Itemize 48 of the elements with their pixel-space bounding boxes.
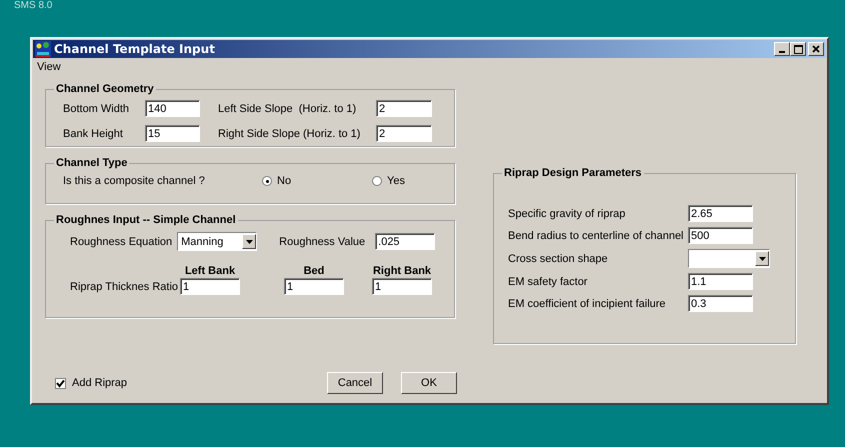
field-label: Right Side Slope (Horiz. to 1) (218, 128, 362, 140)
input-field[interactable]: 1 (284, 278, 344, 295)
dropdown[interactable] (688, 249, 770, 268)
column-heading: Left Bank (184, 265, 236, 277)
minimize-button[interactable] (774, 42, 790, 56)
input-field[interactable]: .025 (375, 233, 436, 250)
field-label: EM coefficient of incipient failure (508, 298, 667, 310)
group-title: Riprap Design Parameters (503, 167, 643, 179)
maximize-button[interactable] (790, 42, 806, 56)
input-field[interactable]: 2 (376, 100, 432, 117)
column-heading: Right Bank (372, 265, 432, 277)
column-heading: Bed (302, 265, 326, 277)
field-label: Roughness Equation (70, 236, 172, 248)
group-title: Roughnes Input -- Simple Channel (55, 214, 237, 226)
radio-option[interactable]: Yes (372, 175, 405, 187)
question-label: Is this a composite channel ? (63, 175, 206, 187)
close-button[interactable] (808, 42, 824, 56)
dialog-button[interactable]: OK (401, 372, 457, 394)
window-title: Channel Template Input (54, 42, 215, 56)
input-field[interactable]: 1 (372, 278, 432, 295)
input-field[interactable]: 1.1 (688, 273, 753, 290)
menu-item[interactable]: View (37, 61, 61, 73)
field-label: Specific gravity of riprap (508, 208, 626, 220)
field-label: Left Side Slope (Horiz. to 1) (218, 102, 358, 114)
field-label: Bank Height (63, 128, 124, 140)
field-label: Roughness Value (279, 236, 366, 248)
dialog-button[interactable]: Cancel (327, 372, 383, 394)
field-label: Cross section shape (508, 252, 609, 264)
radio-option[interactable]: No (262, 175, 372, 187)
input-field[interactable]: 1 (180, 278, 240, 295)
field-label: Riprap Thicknes Ratio (70, 280, 180, 292)
maximize-icon (794, 44, 802, 54)
checkbox[interactable]: Add Riprap (55, 377, 327, 389)
dropdown[interactable]: Manning (177, 232, 258, 251)
input-field[interactable]: 15 (145, 125, 200, 142)
group-title: Channel Type (55, 157, 128, 169)
field-label: Bottom Width (63, 102, 130, 114)
field-label: EM safety factor (508, 276, 588, 288)
input-field[interactable]: 2.65 (688, 205, 753, 222)
input-field[interactable]: 0.3 (688, 295, 753, 312)
close-icon (812, 45, 820, 53)
input-field[interactable]: 500 (688, 227, 753, 244)
group-title: Channel Geometry (55, 83, 155, 95)
input-field[interactable]: 140 (145, 100, 200, 117)
field-label: Bend radius to centerline of channel (508, 230, 685, 242)
desktop-label: SMS 8.0 (14, 0, 52, 11)
app-icon (35, 41, 51, 57)
input-field[interactable]: 2 (376, 125, 432, 142)
